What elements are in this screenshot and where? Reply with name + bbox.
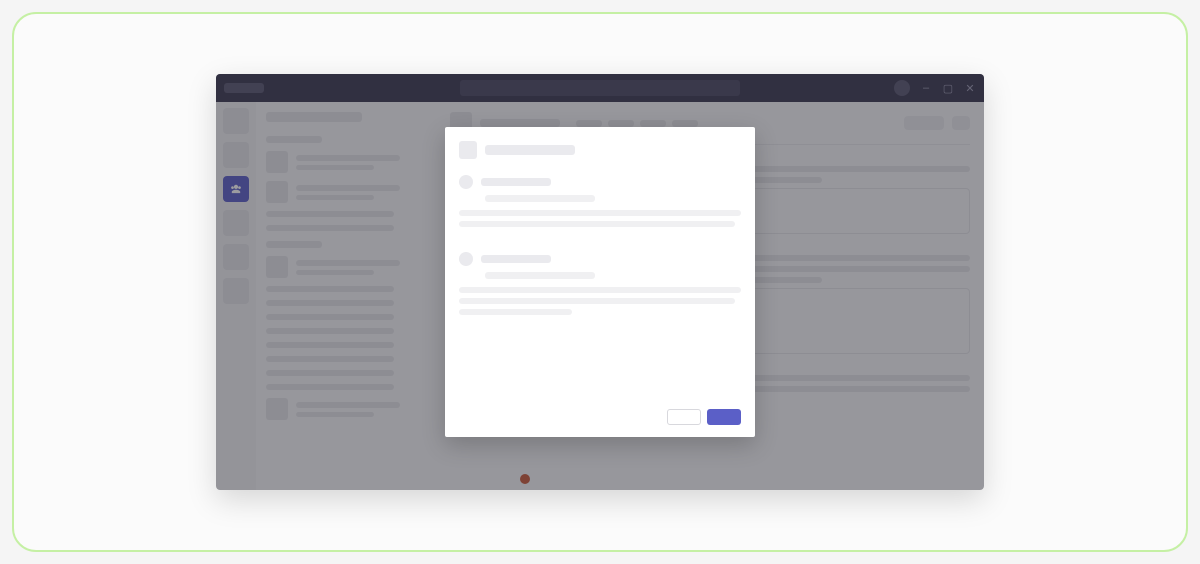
option-subtitle (485, 195, 595, 202)
option-desc-line (459, 298, 735, 304)
app-window: – ▢ ✕ (216, 74, 984, 490)
cancel-button[interactable] (667, 409, 701, 425)
illustration-frame: – ▢ ✕ (12, 12, 1188, 552)
option-desc-line (459, 221, 735, 227)
dialog-icon (459, 141, 477, 159)
option-desc-line (459, 210, 741, 216)
dialog-option[interactable] (459, 252, 741, 320)
option-subtitle (485, 272, 595, 279)
option-desc-line (459, 309, 572, 315)
option-desc-line (459, 287, 741, 293)
option-avatar (459, 252, 473, 266)
option-name (481, 255, 551, 263)
option-name (481, 178, 551, 186)
dialog-title (485, 145, 575, 155)
dialog-option[interactable] (459, 175, 741, 232)
confirm-button[interactable] (707, 409, 741, 425)
modal-overlay[interactable] (216, 74, 984, 490)
dialog (445, 127, 755, 437)
option-avatar (459, 175, 473, 189)
